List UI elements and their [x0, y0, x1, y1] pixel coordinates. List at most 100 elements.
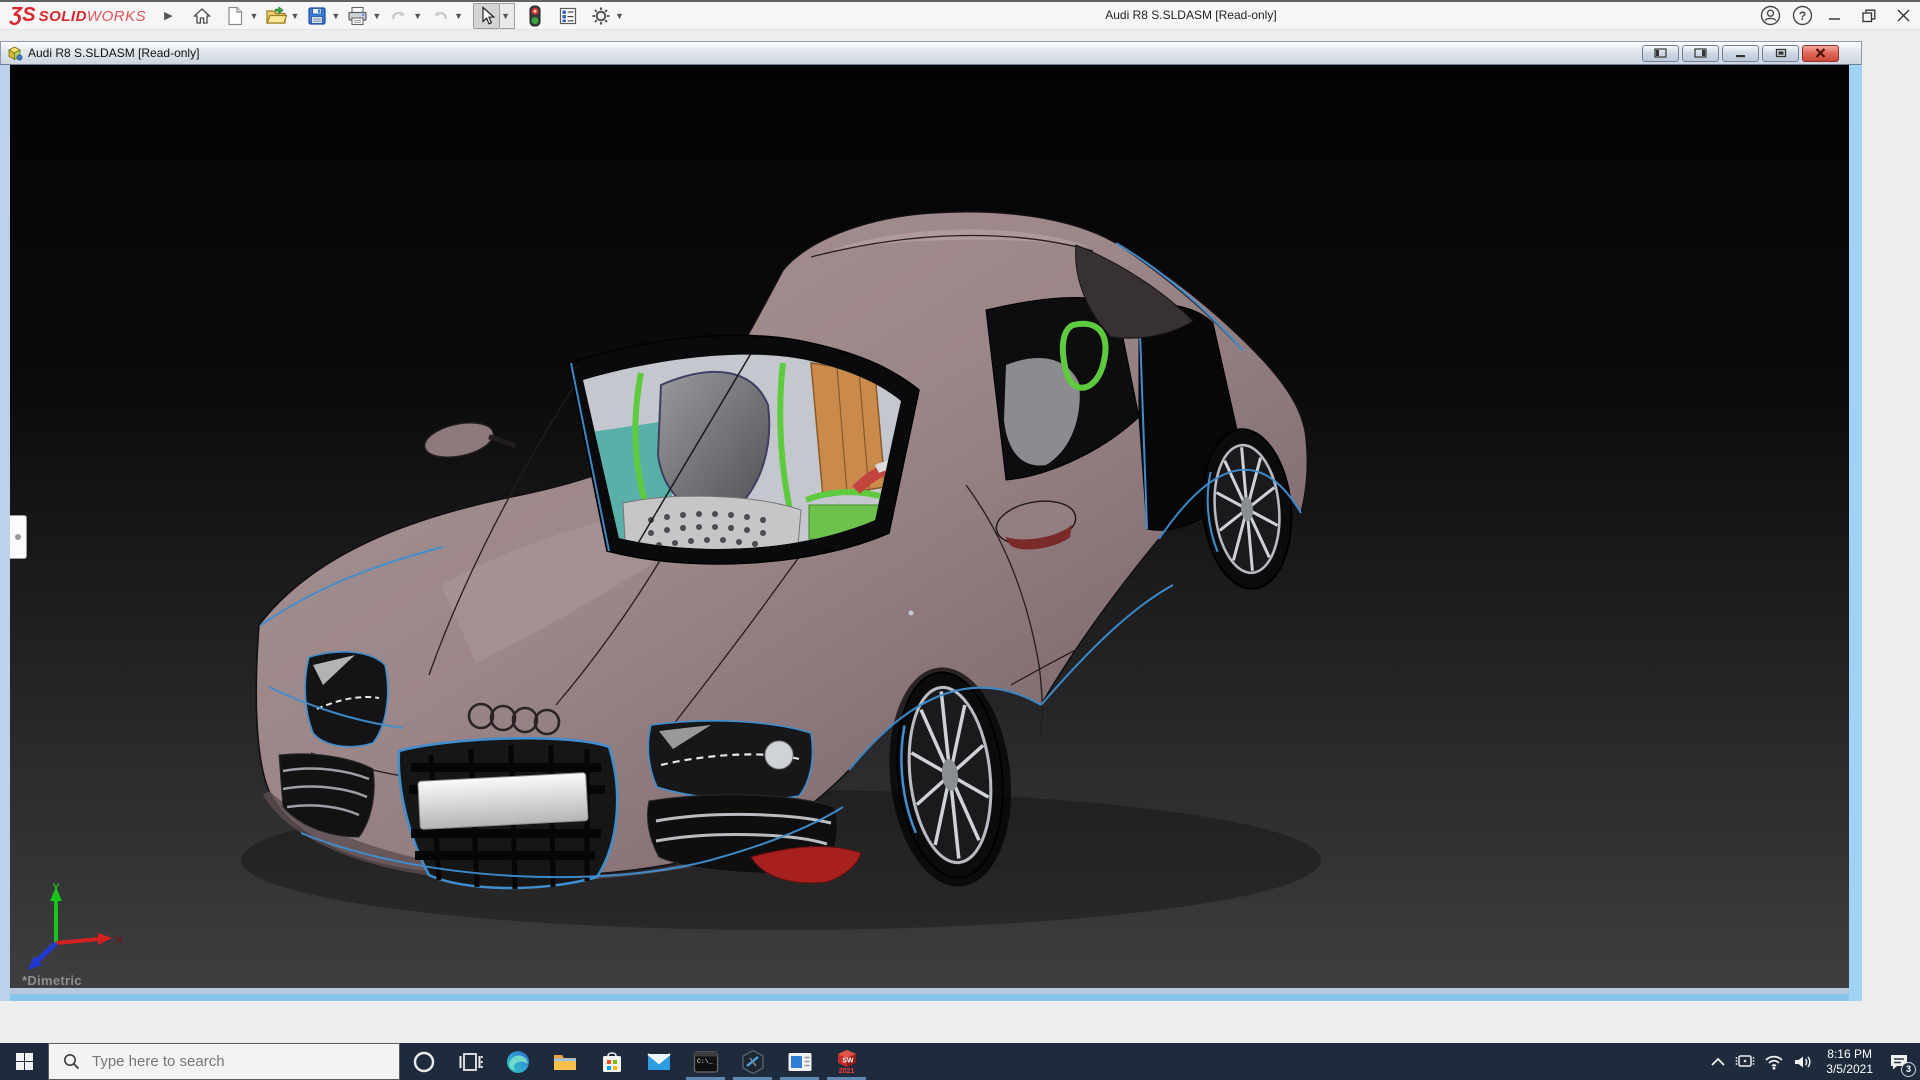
- view-orientation-label: *Dimetric: [22, 973, 82, 988]
- media-app-icon: [787, 1051, 813, 1073]
- redo-icon: [430, 6, 450, 26]
- svg-text:SW: SW: [842, 1057, 854, 1064]
- help-button[interactable]: ?: [1786, 1, 1818, 31]
- app-window-title: Audi R8 S.SLDASM [Read-only]: [628, 8, 1754, 23]
- taskbar-app-solidworks[interactable]: SW 2021: [823, 1043, 870, 1080]
- left-mirror[interactable]: [421, 413, 515, 464]
- pane-right-icon: [1694, 48, 1707, 58]
- origin-point: [909, 611, 914, 616]
- home-button[interactable]: [189, 3, 216, 29]
- open-button[interactable]: [262, 3, 289, 29]
- doc-pane-right-button[interactable]: [1682, 45, 1719, 62]
- app-window-controls: ?: [1754, 1, 1920, 31]
- start-button[interactable]: [0, 1043, 48, 1080]
- orientation-triad: Y X: [26, 881, 126, 981]
- open-dropdown-arrow-icon[interactable]: ▼: [289, 11, 303, 21]
- audi-r8-3d-model[interactable]: [10, 65, 1849, 988]
- edge-icon: [505, 1049, 531, 1075]
- undo-dropdown-arrow-icon[interactable]: ▼: [412, 11, 426, 21]
- print-button[interactable]: [344, 3, 371, 29]
- account-button[interactable]: [1754, 1, 1786, 31]
- tray-display-icon[interactable]: [1735, 1053, 1755, 1071]
- tray-time: 8:16 PM: [1826, 1047, 1873, 1062]
- app-client-area: Audi R8 S.SLDASM [Read-only]: [0, 30, 1920, 1043]
- select-tool-button[interactable]: [473, 3, 500, 29]
- doc-close-icon: [1815, 48, 1826, 58]
- print-dropdown-arrow-icon[interactable]: ▼: [371, 11, 385, 21]
- doc-minimize-icon: [1735, 49, 1746, 58]
- select-dropdown-box[interactable]: ▼: [500, 3, 515, 29]
- graphics-viewport[interactable]: Y X *Dimetric: [10, 65, 1849, 988]
- quick-access-toolbar: ▼ ▼ ▼ ▼ ▼ ▼ ▼: [189, 1, 628, 31]
- notification-count-badge: 3: [1901, 1062, 1916, 1077]
- home-icon: [192, 6, 212, 26]
- options-button[interactable]: [587, 3, 614, 29]
- account-icon: [1760, 5, 1781, 26]
- save-button[interactable]: [303, 3, 330, 29]
- menu-expand-arrow-icon[interactable]: ▶: [164, 9, 172, 22]
- command-prompt-icon: C:\_: [693, 1050, 719, 1074]
- document-window: Audi R8 S.SLDASM [Read-only]: [0, 41, 1862, 1001]
- left-headlight[interactable]: [305, 652, 387, 747]
- file-properties-icon: [558, 6, 578, 26]
- windshield[interactable]: [569, 335, 919, 564]
- taskbar-app-edge[interactable]: [494, 1043, 541, 1080]
- redo-dropdown-arrow-icon[interactable]: ▼: [453, 11, 467, 21]
- tray-chevron-icon[interactable]: [1710, 1056, 1726, 1068]
- file-explorer-icon: [552, 1050, 578, 1074]
- document-titlebar[interactable]: Audi R8 S.SLDASM [Read-only]: [0, 41, 1862, 65]
- front-grille[interactable]: [399, 738, 617, 889]
- help-icon: ?: [1792, 5, 1813, 26]
- minimize-icon: [1829, 10, 1841, 22]
- save-dropdown-arrow-icon[interactable]: ▼: [330, 11, 344, 21]
- pane-left-icon: [1654, 48, 1667, 58]
- panel-handle-dot-icon: [15, 534, 21, 540]
- search-input[interactable]: [92, 1053, 352, 1070]
- solidworks-year-label: 2021: [839, 1068, 855, 1075]
- right-headlight[interactable]: [648, 721, 812, 800]
- taskbar-search[interactable]: [48, 1043, 400, 1080]
- restore-icon: [1862, 9, 1876, 23]
- svg-text:C:\_: C:\_: [697, 1058, 713, 1065]
- document-title: Audi R8 S.SLDASM [Read-only]: [28, 46, 1642, 60]
- print-icon: [347, 6, 368, 26]
- solidworks-logo: ƷS SOLIDWORKS: [10, 4, 146, 27]
- taskbar-app-media[interactable]: [776, 1043, 823, 1080]
- screen: ƷS SOLIDWORKS ▶ ▼ ▼ ▼ ▼: [0, 0, 1920, 1080]
- doc-restore-button[interactable]: [1762, 45, 1799, 62]
- save-icon: [307, 6, 327, 26]
- rebuild-button[interactable]: [521, 3, 548, 29]
- doc-close-button[interactable]: [1802, 45, 1839, 62]
- doc-minimize-button[interactable]: [1722, 45, 1759, 62]
- redo-button[interactable]: [426, 3, 453, 29]
- undo-icon: [389, 6, 409, 26]
- action-center-button[interactable]: 3: [1886, 1049, 1912, 1075]
- taskbar-app-mail[interactable]: [635, 1043, 682, 1080]
- new-dropdown-arrow-icon[interactable]: ▼: [249, 11, 263, 21]
- restore-button[interactable]: [1852, 1, 1886, 31]
- options-dropdown-arrow-icon[interactable]: ▼: [614, 11, 628, 21]
- taskbar-app-cortana[interactable]: [400, 1043, 447, 1080]
- triad-x-label: X: [116, 935, 123, 946]
- taskbar-app-file-explorer[interactable]: [541, 1043, 588, 1080]
- taskbar-app-hexagon[interactable]: [729, 1043, 776, 1080]
- minimize-button[interactable]: [1818, 1, 1852, 31]
- document-body: Y X *Dimetric: [0, 65, 1862, 1001]
- file-properties-button[interactable]: [554, 3, 581, 29]
- doc-window-bottom-border-accent: [10, 994, 1849, 1001]
- taskbar-app-task-view[interactable]: [447, 1043, 494, 1080]
- feature-panel-collapsed-handle[interactable]: [10, 515, 27, 559]
- tray-volume-icon[interactable]: [1793, 1054, 1813, 1070]
- tray-clock[interactable]: 8:16 PM 3/5/2021: [1826, 1047, 1873, 1077]
- undo-button[interactable]: [385, 3, 412, 29]
- tray-wifi-icon[interactable]: [1764, 1054, 1784, 1070]
- close-button[interactable]: [1886, 1, 1920, 31]
- license-plate: [418, 773, 588, 830]
- taskbar-app-store[interactable]: [588, 1043, 635, 1080]
- assembly-document-icon: [6, 45, 23, 61]
- doc-pane-left-button[interactable]: [1642, 45, 1679, 62]
- document-window-controls: [1642, 45, 1839, 62]
- new-document-button[interactable]: [222, 3, 249, 29]
- rebuild-traffic-light-icon: [528, 5, 542, 27]
- taskbar-app-command-prompt[interactable]: C:\_: [682, 1043, 729, 1080]
